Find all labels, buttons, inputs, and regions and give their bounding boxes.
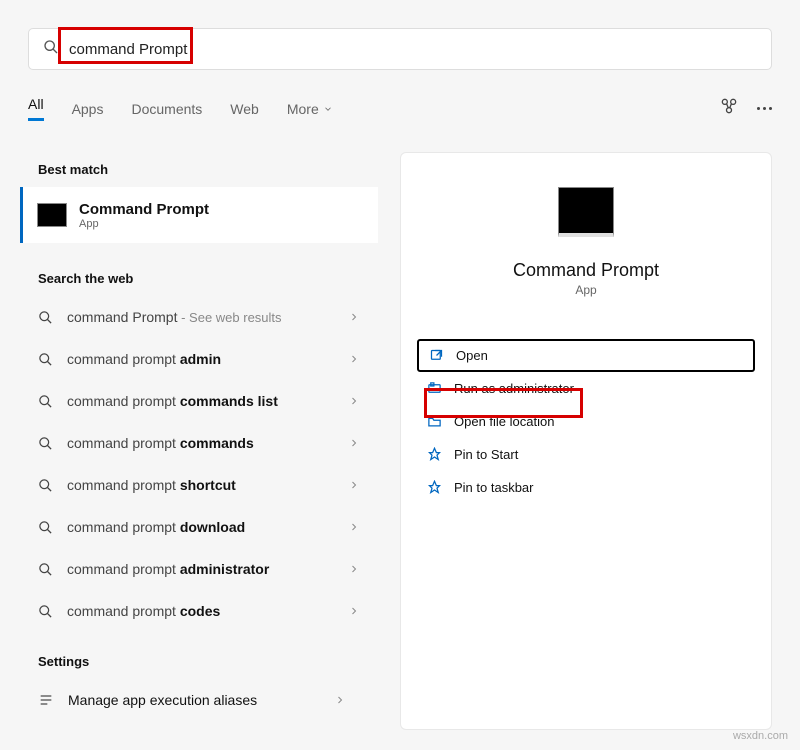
section-settings: Settings <box>20 644 378 679</box>
preview-subtitle: App <box>401 283 771 297</box>
chevron-right-icon <box>348 479 360 491</box>
section-search-web: Search the web <box>20 261 378 296</box>
web-result[interactable]: command Prompt - See web results <box>20 296 378 338</box>
tab-web[interactable]: Web <box>230 101 259 117</box>
action-location-label: Open file location <box>454 414 554 429</box>
web-results-list: command Prompt - See web results command… <box>20 296 378 632</box>
watermark: wsxdn.com <box>733 730 788 742</box>
chevron-right-icon <box>348 311 360 323</box>
web-result-prefix: command prompt <box>67 351 180 367</box>
action-runas-label: Run as administrator <box>454 381 574 396</box>
action-open[interactable]: Open <box>417 339 755 372</box>
web-result[interactable]: command prompt admin <box>20 338 378 380</box>
web-result-prefix: command prompt <box>67 561 180 577</box>
web-result[interactable]: command prompt codes <box>20 590 378 632</box>
action-open-file-location[interactable]: Open file location <box>417 405 755 438</box>
web-result-bold: administrator <box>180 561 269 577</box>
web-result-bold: codes <box>180 603 220 619</box>
web-result-prefix: command prompt <box>67 477 180 493</box>
list-icon <box>38 692 54 708</box>
pin-icon <box>427 447 442 462</box>
action-pin-start-label: Pin to Start <box>454 447 518 462</box>
web-result[interactable]: command prompt shortcut <box>20 464 378 506</box>
shield-icon <box>427 381 442 396</box>
web-result[interactable]: command prompt download <box>20 506 378 548</box>
pin-icon <box>427 480 442 495</box>
preview-title: Command Prompt <box>401 260 771 281</box>
chevron-right-icon <box>348 437 360 449</box>
web-result-bold: commands <box>180 435 254 451</box>
search-bar <box>28 28 772 70</box>
command-prompt-icon <box>37 203 67 227</box>
tab-more-label: More <box>287 101 319 117</box>
tab-all[interactable]: All <box>28 96 44 121</box>
web-result[interactable]: command prompt commands list <box>20 380 378 422</box>
chevron-right-icon <box>348 353 360 365</box>
web-result-prefix: command Prompt <box>67 309 177 325</box>
web-result-bold: admin <box>180 351 221 367</box>
chevron-right-icon <box>348 563 360 575</box>
filter-tabs: All Apps Documents Web More <box>28 96 772 121</box>
folder-icon <box>427 414 442 429</box>
best-match-title: Command Prompt <box>79 201 209 218</box>
results-column: Best match Command Prompt App Search the… <box>20 152 378 721</box>
best-match-subtitle: App <box>79 218 209 230</box>
web-result[interactable]: command prompt commands <box>20 422 378 464</box>
action-pin-to-taskbar[interactable]: Pin to taskbar <box>417 471 755 504</box>
chevron-right-icon <box>348 605 360 617</box>
tab-more[interactable]: More <box>287 101 333 117</box>
action-run-as-administrator[interactable]: Run as administrator <box>417 372 755 405</box>
chevron-right-icon <box>348 521 360 533</box>
web-result-prefix: command prompt <box>67 435 180 451</box>
settings-item-label: Manage app execution aliases <box>68 692 257 708</box>
org-icon[interactable] <box>719 96 739 121</box>
search-input[interactable] <box>69 41 757 58</box>
web-result-prefix: command prompt <box>67 519 180 535</box>
more-options-icon[interactable] <box>757 107 772 110</box>
web-result[interactable]: command prompt administrator <box>20 548 378 590</box>
settings-result[interactable]: Manage app execution aliases <box>20 679 378 721</box>
top-right-tools <box>719 96 772 121</box>
command-prompt-large-icon <box>558 187 614 237</box>
web-result-bold: commands list <box>180 393 278 409</box>
search-icon <box>43 39 59 60</box>
web-result-bold: download <box>180 519 245 535</box>
action-open-label: Open <box>456 348 488 363</box>
chevron-right-icon <box>348 395 360 407</box>
web-result-prefix: command prompt <box>67 393 180 409</box>
web-result-hint: - See web results <box>177 310 281 325</box>
tab-documents[interactable]: Documents <box>131 101 202 117</box>
tab-apps[interactable]: Apps <box>72 101 104 117</box>
open-icon <box>429 348 444 363</box>
best-match-result[interactable]: Command Prompt App <box>20 187 378 243</box>
preview-pane: Command Prompt App Open Run as administr… <box>400 152 772 730</box>
action-pin-to-start[interactable]: Pin to Start <box>417 438 755 471</box>
chevron-right-icon <box>334 694 346 706</box>
web-result-prefix: command prompt <box>67 603 180 619</box>
action-pin-taskbar-label: Pin to taskbar <box>454 480 534 495</box>
web-result-bold: shortcut <box>180 477 236 493</box>
section-best-match: Best match <box>20 152 378 187</box>
